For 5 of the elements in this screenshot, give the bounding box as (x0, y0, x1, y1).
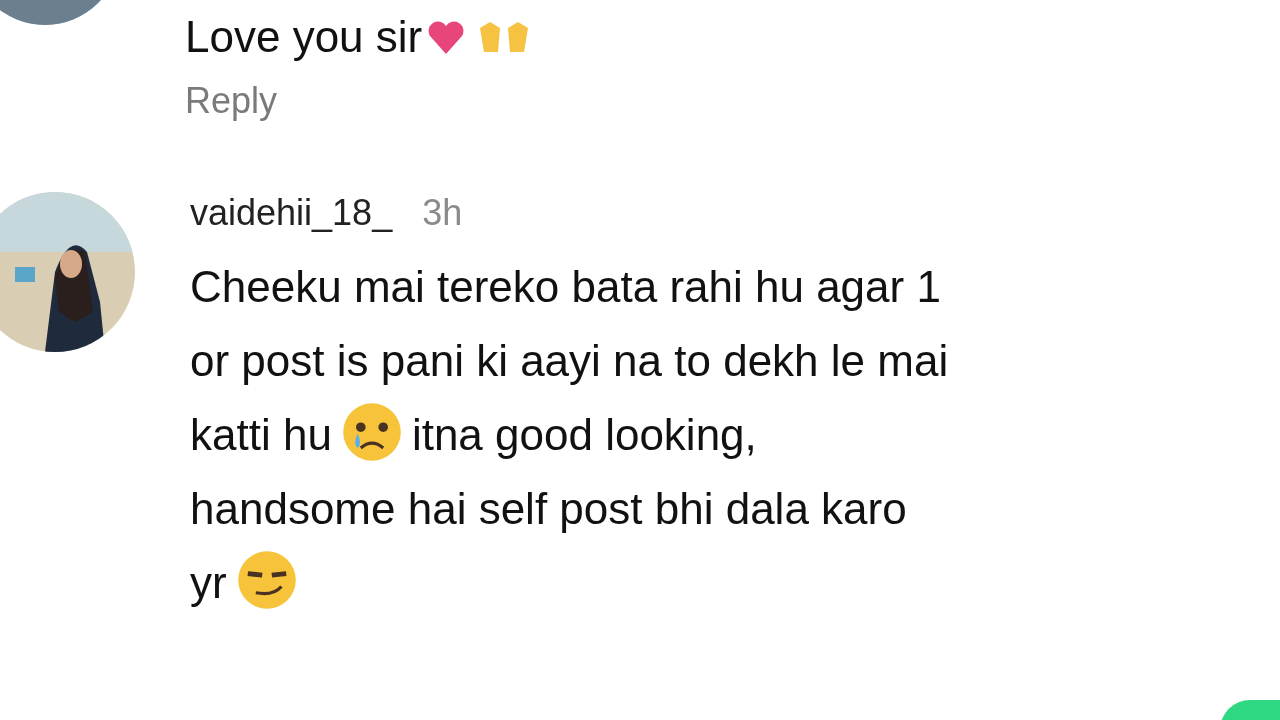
username[interactable]: vaidehii_18_ (190, 192, 393, 234)
comment-text: Love you sir (185, 0, 539, 74)
reply-button[interactable]: Reply (185, 80, 278, 122)
comment-time: 3h (422, 192, 463, 234)
comment-text: Cheeku mai tereko bata rahi hu agar 1 or post is pani ki aayi na to dekh le mai katti hu itna good looking, handsome hai self post bhi dala karo yr (190, 250, 949, 620)
